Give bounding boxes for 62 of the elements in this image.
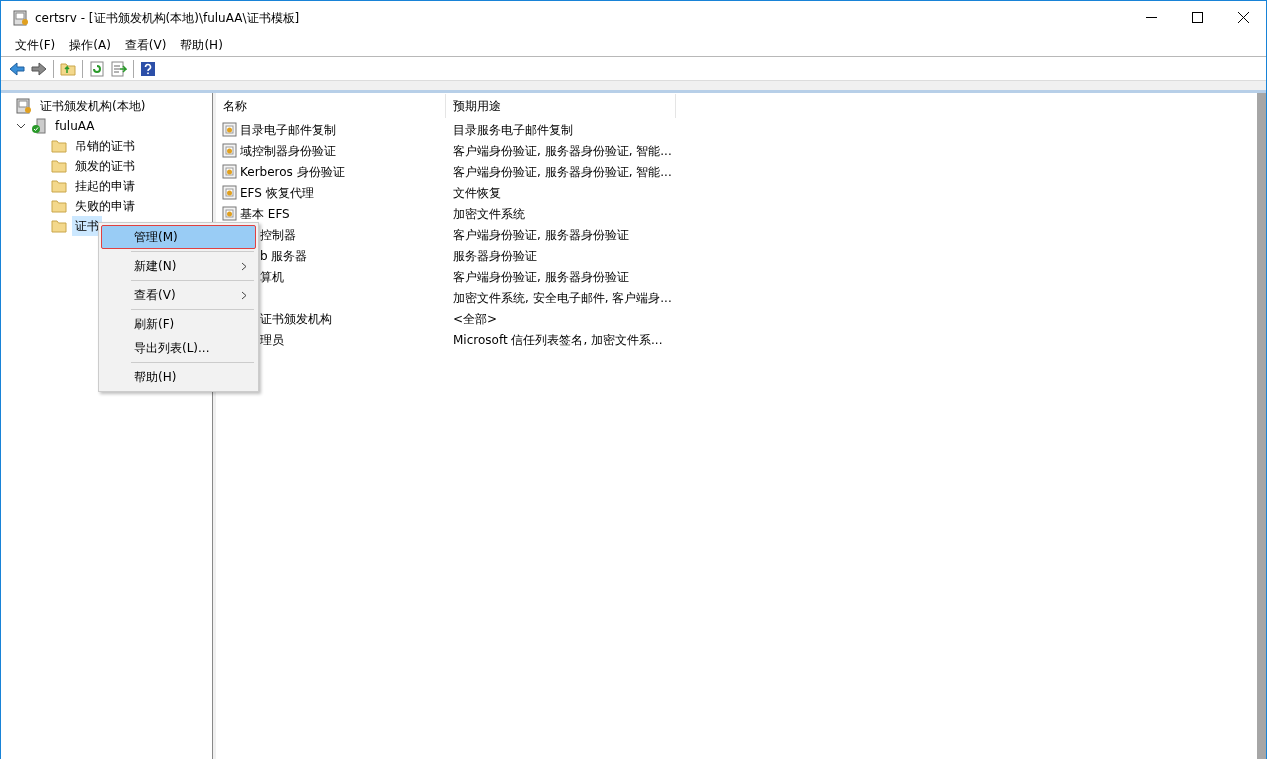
certificate-template-icon [222,122,237,137]
table-cell-text: 加密文件系统, 安全电子邮件, 客户端身... [452,289,672,307]
table-cell-text: Microsoft 信任列表签名, 加密文件系... [452,331,663,349]
table-cell-text: 服务器身份验证 [452,247,537,265]
help-icon[interactable] [140,60,156,77]
table-cell-text: 目录服务电子邮件复制 [452,121,573,139]
table-cell-text: 文件恢复 [452,184,501,202]
back-arrow-icon[interactable] [9,60,25,77]
list-item-name[interactable]: EFS 恢复代理 [240,183,314,202]
maximize-icon [1191,12,1203,23]
list-item-name[interactable]: Kerberos 身份验证 [240,162,345,181]
refresh-icon[interactable] [89,60,105,77]
list-item-name[interactable]: 理员 [260,330,284,349]
table-cell-text: 客户端身份验证, 服务器身份验证, 智能... [452,163,672,181]
certificate-template-icon [222,185,237,200]
certificate-template-icon [222,143,237,158]
menu-item[interactable]: 管理(M) [101,225,256,249]
folder-icon [51,178,67,194]
table-cell-text: 客户端身份验证, 服务器身份验证 [452,268,629,286]
menu-item[interactable]: 帮助(H) [173,36,230,54]
menu-item[interactable]: 新建(N) [101,254,256,278]
menu-item[interactable]: 操作(A) [62,36,118,54]
table-cell-text: 加密文件系统 [452,205,525,223]
list-item-name[interactable]: 证书颁发机构 [260,309,332,328]
list-item-name[interactable]: 基本 EFS [240,204,290,223]
column-header[interactable]: 预期用途 [446,94,676,118]
window-title: certsrv - [证书颁发机构(本地)\fuluAA\证书模板] [35,9,300,27]
menu-item[interactable]: 查看(V) [101,283,256,307]
column-header[interactable]: 名称 [216,94,446,118]
menu-item[interactable]: 文件(F) [8,36,63,54]
export-list-icon[interactable] [111,60,127,77]
chevron-down-icon[interactable] [16,121,26,131]
table-cell-text: 客户端身份验证, 服务器身份验证 [452,226,629,244]
menu-item[interactable]: 导出列表(L)... [101,336,256,360]
tree-item[interactable]: 失败的申请 [72,196,138,216]
menu-item[interactable]: 帮助(H) [101,365,256,389]
certificate-template-icon [222,164,237,179]
folder-up-icon[interactable] [60,60,76,77]
tree-item[interactable]: 挂起的申请 [72,176,138,196]
table-cell-text: 客户端身份验证, 服务器身份验证, 智能... [452,142,672,160]
close-icon [1237,12,1249,23]
table-cell-text: <全部> [452,310,498,328]
list-item-name[interactable]: 算机 [260,267,284,286]
list-item-name[interactable]: 控制器 [260,225,296,244]
tree-item[interactable]: 证书 [72,216,102,236]
folder-icon [51,218,67,234]
tree-item[interactable]: fuluAA [52,116,98,136]
tree-item[interactable]: 吊销的证书 [72,136,138,156]
folder-icon [51,158,67,174]
menu-item[interactable]: 查看(V) [117,36,174,54]
folder-icon [51,138,67,154]
tree-item[interactable]: 颁发的证书 [72,156,138,176]
console-icon [13,9,29,26]
list-item-name[interactable]: 目录电子邮件复制 [240,120,336,139]
menu-item[interactable]: 刷新(F) [101,312,256,336]
tree-item[interactable]: 证书颁发机构(本地) [37,96,149,116]
list-item-name[interactable]: 域控制器身份验证 [240,141,336,160]
server-icon [31,118,47,134]
forward-arrow-icon[interactable] [31,60,47,77]
list-item-name[interactable]: b 服务器 [260,246,308,265]
certificate-authority-icon [16,98,32,114]
folder-icon [51,198,67,214]
